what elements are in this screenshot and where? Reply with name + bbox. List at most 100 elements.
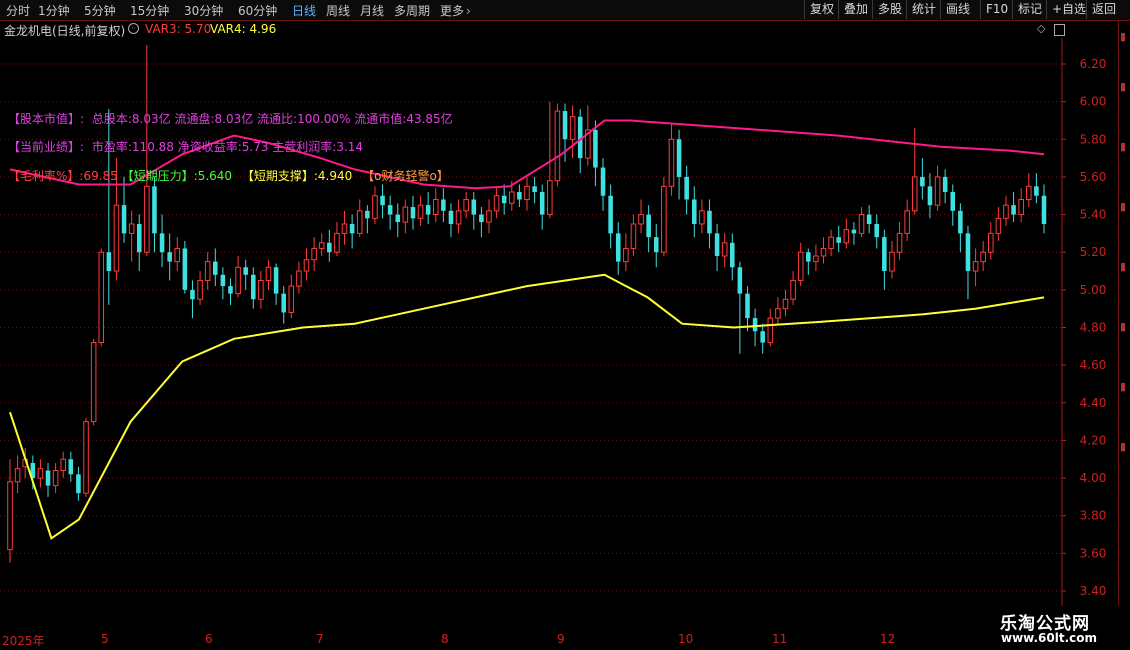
price-tick-label: 5.00: [1080, 283, 1107, 297]
period-tab[interactable]: 月线: [360, 2, 384, 19]
period-tab[interactable]: 15分钟: [130, 2, 169, 19]
add-watchlist-button[interactable]: +自选: [1046, 0, 1091, 19]
candle-body: [265, 266, 272, 281]
back-button[interactable]: 返回: [1086, 0, 1121, 19]
short-pressure: 【短期压力】:5.640: [121, 169, 233, 183]
candle-body: [965, 233, 971, 272]
candle-body: [684, 176, 689, 200]
candle-body: [752, 318, 758, 332]
candle-body: [911, 176, 918, 212]
period-tab[interactable]: 60分钟: [238, 2, 277, 19]
overlay-button[interactable]: 叠加: [838, 0, 873, 19]
candle-body: [509, 191, 515, 204]
indicator-line: 【毛利率%】:69.85 【短期压力】:5.640 【短期支撑】:4.940 【…: [8, 167, 449, 184]
candle-body: [501, 195, 507, 204]
candle-body: [934, 176, 941, 206]
candle-body: [144, 185, 150, 253]
settings-circle-icon[interactable]: ◦: [128, 23, 139, 34]
candle-body: [349, 223, 355, 234]
side-panel-glyph: ▮: [1120, 440, 1127, 453]
candle-body: [721, 242, 728, 257]
candle-body: [441, 199, 446, 211]
ma-long-line: [9, 273, 1045, 540]
side-panel-glyph: ▮: [1120, 260, 1127, 273]
more-menu[interactable]: 更多 ›: [440, 2, 471, 19]
candle-body: [212, 261, 218, 275]
candle-body: [417, 204, 424, 219]
draw-line-button[interactable]: 画线: [940, 0, 975, 19]
candle-body: [455, 210, 462, 225]
price-tick-label: 5.80: [1080, 132, 1107, 146]
candle-body: [707, 210, 712, 234]
candle-body: [1018, 199, 1024, 216]
candle-body: [68, 459, 74, 475]
candle-body: [608, 195, 613, 234]
candle-body: [806, 252, 811, 262]
price-tick-label: 3.60: [1080, 546, 1107, 560]
period-tab[interactable]: 周线: [326, 2, 350, 19]
period-tab[interactable]: 多周期: [394, 2, 430, 19]
period-tab[interactable]: 分时: [6, 2, 30, 19]
period-tab[interactable]: 30分钟: [184, 2, 223, 19]
candle-body: [623, 247, 629, 263]
chevron-right-icon: ›: [466, 4, 471, 18]
window-toggle-icon[interactable]: [1054, 24, 1065, 36]
candle-body: [372, 195, 378, 219]
gross-margin: 【毛利率%】:69.85: [8, 169, 118, 183]
side-panel-glyph: ▮: [1120, 320, 1127, 333]
candle-body: [410, 207, 416, 219]
candle-body: [182, 248, 188, 290]
candle-body: [327, 242, 332, 253]
candle-body: [615, 233, 621, 262]
right-side-panel: ▮ ▮ ▮ ▮ ▮ ▮ ▮ ▮: [1118, 21, 1130, 630]
candle-body: [896, 232, 903, 253]
candle-body: [197, 279, 203, 300]
mark-button[interactable]: 标记: [1012, 0, 1047, 19]
candle-body: [273, 267, 279, 294]
candle-body: [942, 176, 948, 192]
candle-body: [37, 468, 44, 479]
candle-body: [882, 237, 887, 272]
candle-body: [190, 289, 195, 300]
candle-body: [60, 458, 67, 472]
candle-body: [767, 317, 774, 344]
date-label-month: 8: [441, 632, 449, 646]
performance-label: 【当前业绩】:: [8, 140, 85, 154]
candle-body: [395, 214, 401, 223]
candle-body: [889, 251, 895, 272]
finance-warning: 【o财务轻警o】: [362, 169, 449, 183]
f10-button[interactable]: F10: [980, 0, 1013, 19]
candle-body: [927, 186, 933, 206]
price-tick-label: 3.40: [1080, 584, 1107, 598]
candle-body: [159, 233, 165, 253]
candle-body: [296, 270, 302, 287]
candle-body: [843, 229, 850, 244]
candle-body: [524, 185, 530, 201]
diamond-icon[interactable]: ◇: [1037, 22, 1045, 35]
period-tab-active[interactable]: 日线: [292, 2, 316, 19]
candle-body: [950, 191, 956, 211]
var4-value: VAR4: 4.96: [210, 22, 277, 36]
candle-body: [920, 176, 925, 187]
candle-body: [258, 279, 264, 300]
share-capital-line: 【股本市值】: 总股本:8.03亿 流通盘:8.03亿 流通比:100.00% …: [8, 110, 453, 127]
candle-body: [980, 251, 986, 263]
side-panel-glyph: ▮: [1120, 200, 1127, 213]
period-toolbar: 分时 1分钟 5分钟 15分钟 30分钟 60分钟 日线 周线 月线 多周期 更…: [0, 0, 1130, 21]
candle-body: [593, 129, 598, 168]
candle-body: [760, 331, 765, 343]
date-label-month: 12: [880, 632, 896, 646]
price-axis: 6.20 6.00 5.80 5.60 5.40 5.20 5.00 4.80 4.60 4.40…: [1061, 38, 1107, 630]
candle-body: [676, 139, 682, 177]
candle-body: [1026, 185, 1032, 201]
candle-body: [463, 199, 469, 212]
candle-body: [646, 214, 651, 238]
candle-body: [311, 247, 317, 261]
multi-stock-button[interactable]: 多股: [872, 0, 907, 19]
candle-body: [714, 233, 720, 256]
statistics-button[interactable]: 统计: [906, 0, 941, 19]
more-label: 更多: [440, 4, 465, 18]
period-tab[interactable]: 1分钟: [38, 2, 70, 19]
period-tab[interactable]: 5分钟: [84, 2, 116, 19]
restore-right-button[interactable]: 复权: [804, 0, 839, 19]
